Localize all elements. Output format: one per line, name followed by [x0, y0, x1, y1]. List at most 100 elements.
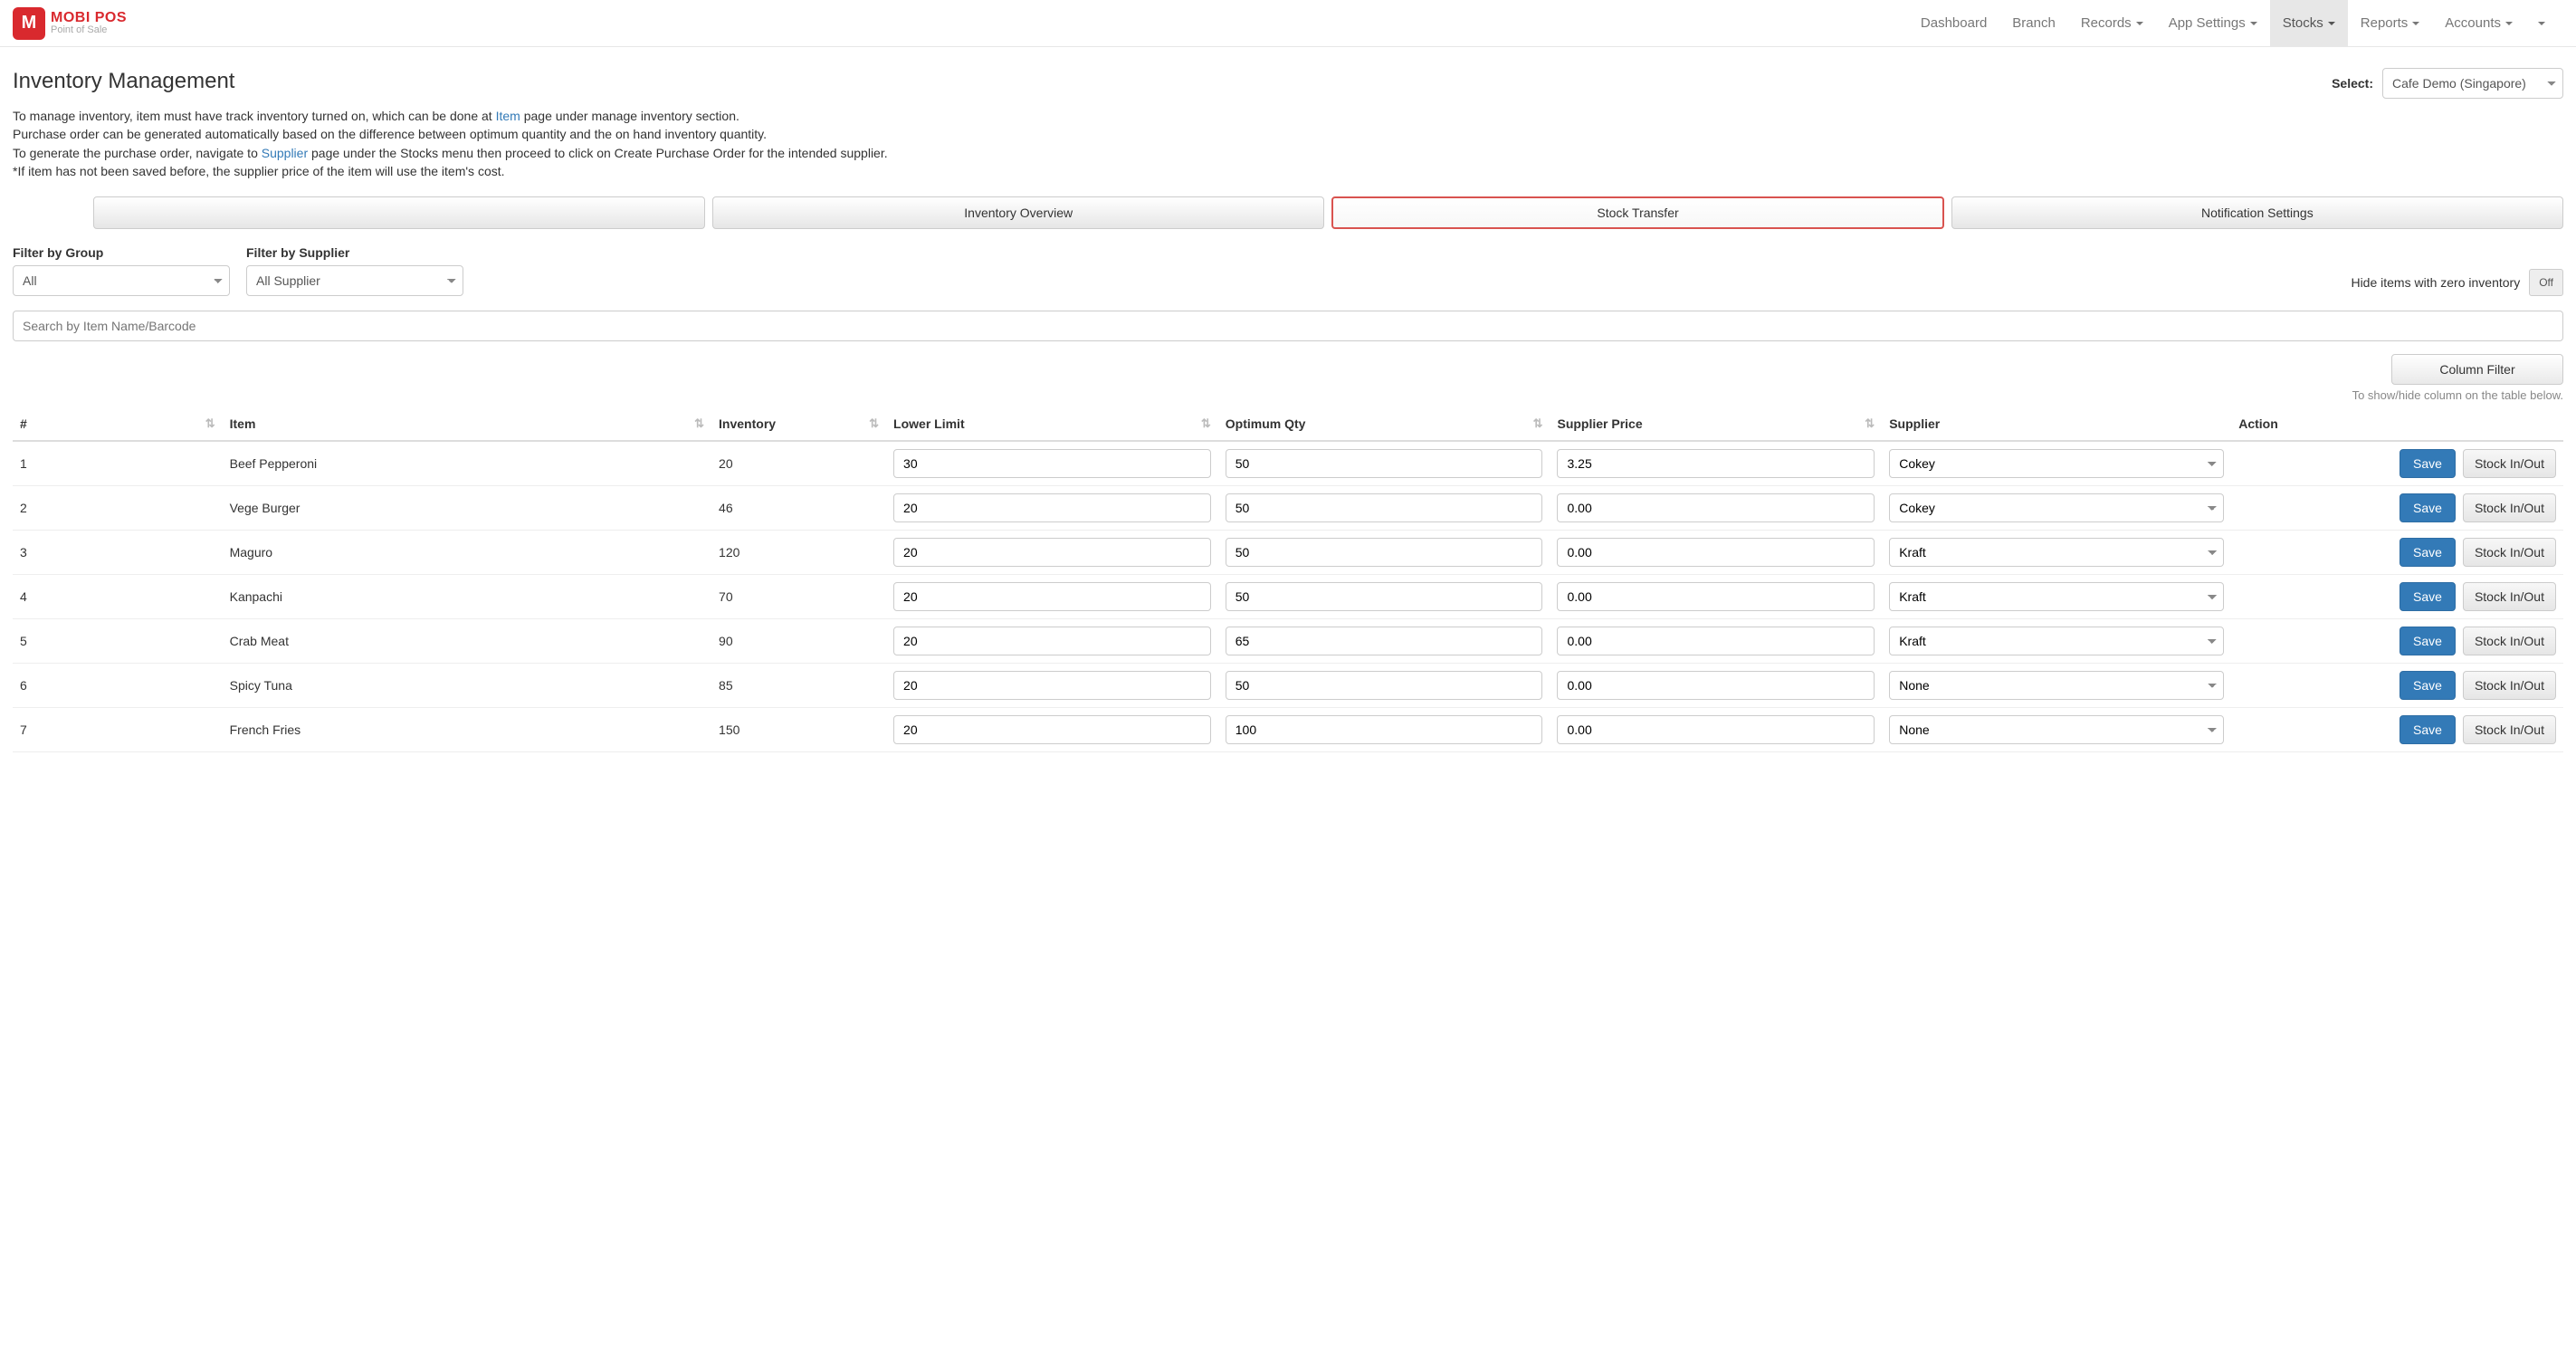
save-button[interactable]: Save — [2399, 538, 2456, 567]
supplier-select[interactable]: None — [1889, 671, 2224, 700]
inventory-overview-button[interactable]: Inventory Overview — [712, 196, 1324, 229]
cell-inventory: 70 — [711, 575, 886, 619]
table-row: 7French Fries150NoneSaveStock In/Out — [13, 708, 2563, 752]
optimum-qty-input[interactable] — [1226, 582, 1543, 611]
brand[interactable]: M MOBI POS Point of Sale — [13, 7, 127, 40]
brand-logo-icon: M — [13, 7, 45, 40]
supplier-price-input[interactable] — [1557, 715, 1875, 744]
optimum-qty-input[interactable] — [1226, 715, 1543, 744]
stock-in-out-button[interactable]: Stock In/Out — [2463, 538, 2556, 567]
stock-in-out-button[interactable]: Stock In/Out — [2463, 715, 2556, 744]
desc-text: page under manage inventory section. — [520, 109, 739, 123]
nav-accounts[interactable]: Accounts — [2432, 0, 2525, 46]
nav-records-label: Records — [2081, 15, 2132, 31]
chevron-down-icon — [2136, 22, 2143, 25]
table-row: 1Beef Pepperoni20CokeySaveStock In/Out — [13, 441, 2563, 486]
blank-button[interactable] — [93, 196, 705, 229]
action-button-row: Inventory Overview Stock Transfer Notifi… — [13, 196, 2563, 229]
table-row: 3Maguro120KraftSaveStock In/Out — [13, 531, 2563, 575]
desc-text: *If item has not been saved before, the … — [13, 162, 2563, 180]
lower-limit-input[interactable] — [893, 671, 1211, 700]
cell-num: 4 — [13, 575, 223, 619]
stock-in-out-button[interactable]: Stock In/Out — [2463, 671, 2556, 700]
nav-app-settings[interactable]: App Settings — [2156, 0, 2270, 46]
supplier-select[interactable]: Kraft — [1889, 627, 2224, 655]
optimum-qty-input[interactable] — [1226, 538, 1543, 567]
cell-num: 3 — [13, 531, 223, 575]
supplier-price-input[interactable] — [1557, 627, 1875, 655]
save-button[interactable]: Save — [2399, 715, 2456, 744]
lower-limit-input[interactable] — [893, 538, 1211, 567]
column-filter-button[interactable]: Column Filter — [2391, 354, 2563, 385]
lower-limit-input[interactable] — [893, 715, 1211, 744]
supplier-price-input[interactable] — [1557, 671, 1875, 700]
th-num[interactable]: #⇅ — [13, 407, 223, 441]
sort-icon: ⇅ — [1533, 416, 1543, 431]
stock-in-out-button[interactable]: Stock In/Out — [2463, 627, 2556, 655]
lower-limit-input[interactable] — [893, 493, 1211, 522]
chevron-down-icon — [2412, 22, 2419, 25]
cell-item: Beef Pepperoni — [223, 441, 711, 486]
save-button[interactable]: Save — [2399, 449, 2456, 478]
th-inventory[interactable]: Inventory⇅ — [711, 407, 886, 441]
lower-limit-input[interactable] — [893, 449, 1211, 478]
supplier-price-input[interactable] — [1557, 538, 1875, 567]
cell-inventory: 85 — [711, 664, 886, 708]
th-supplier: Supplier — [1882, 407, 2231, 441]
nav-reports[interactable]: Reports — [2348, 0, 2433, 46]
supplier-price-input[interactable] — [1557, 449, 1875, 478]
optimum-qty-input[interactable] — [1226, 627, 1543, 655]
optimum-qty-input[interactable] — [1226, 671, 1543, 700]
supplier-select[interactable]: Kraft — [1889, 582, 2224, 611]
supplier-price-input[interactable] — [1557, 582, 1875, 611]
stock-in-out-button[interactable]: Stock In/Out — [2463, 449, 2556, 478]
brand-subtitle: Point of Sale — [51, 25, 127, 35]
cell-num: 7 — [13, 708, 223, 752]
location-select[interactable]: Cafe Demo (Singapore) — [2382, 68, 2563, 99]
sort-icon: ⇅ — [1201, 416, 1211, 431]
th-item[interactable]: Item⇅ — [223, 407, 711, 441]
nav-items: Dashboard Branch Records App Settings St… — [1908, 0, 2558, 46]
nav-dashboard[interactable]: Dashboard — [1908, 0, 1999, 46]
supplier-link[interactable]: Supplier — [262, 146, 308, 160]
lower-limit-input[interactable] — [893, 627, 1211, 655]
hide-zero-toggle[interactable]: Off — [2529, 269, 2563, 296]
th-optimum[interactable]: Optimum Qty⇅ — [1218, 407, 1550, 441]
description-block: To manage inventory, item must have trac… — [13, 107, 2563, 180]
save-button[interactable]: Save — [2399, 627, 2456, 655]
nav-extra-caret[interactable] — [2525, 0, 2558, 46]
save-button[interactable]: Save — [2399, 671, 2456, 700]
location-select-label: Select: — [2332, 76, 2373, 91]
supplier-select[interactable]: Cokey — [1889, 449, 2224, 478]
item-link[interactable]: Item — [496, 109, 520, 123]
lower-limit-input[interactable] — [893, 582, 1211, 611]
stock-in-out-button[interactable]: Stock In/Out — [2463, 493, 2556, 522]
optimum-qty-input[interactable] — [1226, 493, 1543, 522]
save-button[interactable]: Save — [2399, 493, 2456, 522]
search-input[interactable] — [13, 311, 2563, 341]
stock-in-out-button[interactable]: Stock In/Out — [2463, 582, 2556, 611]
cell-inventory: 46 — [711, 486, 886, 531]
supplier-select[interactable]: Kraft — [1889, 538, 2224, 567]
filter-supplier-select[interactable]: All Supplier — [246, 265, 463, 296]
th-supplier-label: Supplier — [1889, 416, 1940, 431]
th-price[interactable]: Supplier Price⇅ — [1550, 407, 1882, 441]
stock-transfer-button[interactable]: Stock Transfer — [1331, 196, 1943, 229]
save-button[interactable]: Save — [2399, 582, 2456, 611]
filter-group-select[interactable]: All — [13, 265, 230, 296]
nav-records[interactable]: Records — [2068, 0, 2156, 46]
th-lower[interactable]: Lower Limit ⇅ — [886, 407, 1218, 441]
nav-branch-label: Branch — [2012, 15, 2056, 31]
supplier-select[interactable]: None — [1889, 715, 2224, 744]
notification-settings-button[interactable]: Notification Settings — [1951, 196, 2563, 229]
th-lower-label: Lower Limit — [893, 416, 965, 431]
supplier-price-input[interactable] — [1557, 493, 1875, 522]
nav-app-settings-label: App Settings — [2169, 15, 2246, 31]
supplier-select[interactable]: Cokey — [1889, 493, 2224, 522]
nav-branch[interactable]: Branch — [1999, 0, 2068, 46]
nav-stocks[interactable]: Stocks — [2270, 0, 2348, 46]
brand-title: MOBI POS — [51, 11, 127, 25]
cell-inventory: 90 — [711, 619, 886, 664]
filter-supplier-label: Filter by Supplier — [246, 245, 463, 260]
optimum-qty-input[interactable] — [1226, 449, 1543, 478]
